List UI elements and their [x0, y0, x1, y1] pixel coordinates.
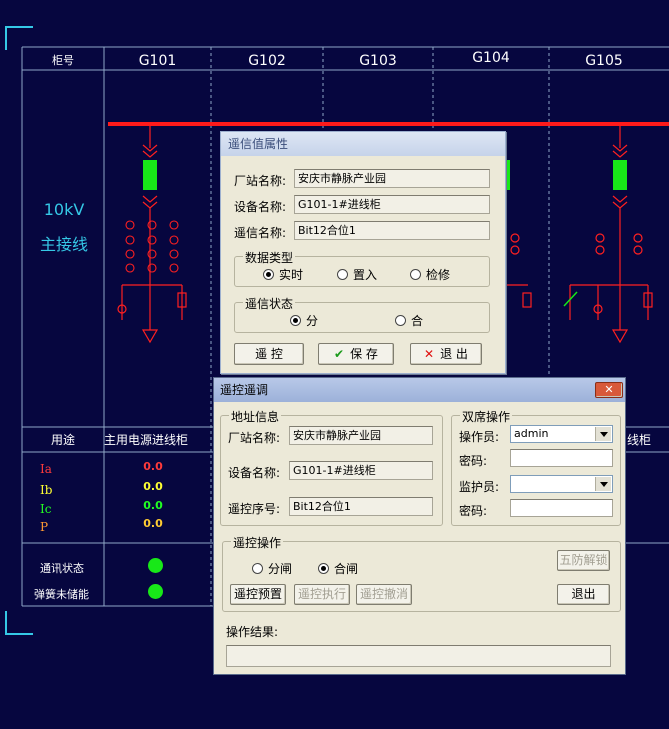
address-info-group-title: 地址信息	[229, 408, 282, 425]
password1-label: 密码:	[459, 454, 488, 468]
measure-p-value: 0.0	[143, 517, 163, 530]
measure-ia-label: Ia	[40, 462, 52, 476]
signal-status-group: 遥信状态 分 合	[234, 295, 490, 333]
spring-uncharged-label: 弹簧未储能	[34, 588, 89, 601]
telesignal-dialog-title: 遥信值属性	[221, 132, 505, 156]
password1-input[interactable]	[510, 449, 613, 467]
operator-select[interactable]: admin	[510, 425, 613, 443]
measure-ib-label: Ib	[40, 483, 53, 497]
preset-button[interactable]: 遥控预置	[230, 584, 286, 605]
status-open-radio[interactable]: 分	[290, 312, 318, 329]
telesignal-properties-dialog: 遥信值属性 厂站名称: 安庆市静脉产业园 设备名称: G101-1#进线柜 遥信…	[220, 131, 506, 374]
signal-status-group-title: 遥信状态	[243, 295, 296, 312]
unlock-button[interactable]: 五防解锁	[557, 550, 610, 571]
comm-status-led	[148, 558, 163, 573]
data-type-group-title: 数据类型	[243, 249, 296, 266]
bus-title-voltage: 10kV	[43, 200, 85, 219]
comm-status-label: 通讯状态	[40, 562, 84, 575]
data-type-maintenance-radio[interactable]: 检修	[410, 266, 450, 283]
password2-label: 密码:	[459, 504, 488, 518]
measure-ia-value: 0.0	[143, 460, 163, 473]
close-radio[interactable]: 合闸	[318, 560, 358, 577]
data-type-realtime-radio[interactable]: 实时	[263, 266, 303, 283]
cabinet-g104: G104	[472, 50, 510, 66]
check-icon: ✔	[334, 347, 345, 361]
password2-input[interactable]	[510, 499, 613, 517]
cabinet-g103: G103	[359, 53, 397, 69]
remote-dialog-title: 遥控遥调	[214, 378, 625, 402]
station-name-label: 厂站名称:	[234, 174, 287, 188]
device-name-label: 设备名称:	[234, 200, 287, 214]
bus-title-wiring: 主接线	[39, 235, 88, 254]
remote-seq-field[interactable]: Bit12合位1	[289, 497, 433, 516]
trip-radio[interactable]: 分闸	[252, 560, 292, 577]
measure-ib-value: 0.0	[143, 480, 163, 493]
cabinet-g105: G105	[585, 53, 623, 69]
remote-device-field[interactable]: G101-1#进线柜	[289, 461, 433, 480]
exit-button[interactable]: ✕ 退 出	[410, 343, 482, 365]
save-button[interactable]: ✔ 保 存	[318, 343, 394, 365]
cancel-button[interactable]: 遥控撤消	[356, 584, 412, 605]
result-field	[226, 645, 611, 667]
measure-p-label: P	[40, 520, 49, 534]
close-icon: ✕	[604, 383, 614, 396]
device-name-field[interactable]: G101-1#进线柜	[294, 195, 490, 214]
measure-ic-label: Ic	[40, 502, 52, 516]
cabinet-g102: G102	[248, 53, 286, 69]
chevron-down-icon[interactable]	[595, 427, 611, 441]
purpose-g101: 主用电源进线柜	[104, 433, 189, 447]
remote-operation-group-title: 遥控操作	[231, 534, 284, 551]
measure-ic-value: 0.0	[143, 499, 163, 512]
purpose-label: 用途	[50, 433, 75, 447]
dual-operation-group-title: 双席操作	[460, 408, 513, 425]
result-label: 操作结果:	[226, 625, 279, 639]
corner-bracket-bottom-left	[5, 611, 33, 635]
spring-status-led	[148, 584, 163, 599]
remote-seq-label: 遥控序号:	[228, 502, 281, 516]
signal-name-label: 遥信名称:	[234, 226, 287, 240]
signal-name-field[interactable]: Bit12合位1	[294, 221, 490, 240]
remote-device-label: 设备名称:	[228, 466, 281, 480]
purpose-g105: 线柜	[627, 433, 652, 447]
close-button[interactable]: ✕	[595, 382, 623, 398]
close-icon: ✕	[424, 347, 435, 361]
remote-control-button[interactable]: 遥 控	[234, 343, 304, 365]
supervisor-label: 监护员:	[459, 480, 500, 494]
supervisor-select[interactable]	[510, 475, 613, 493]
remote-station-field[interactable]: 安庆市静脉产业园	[289, 426, 433, 445]
cabinet-header-label: 柜号	[52, 54, 74, 67]
corner-bracket-top-left	[5, 26, 33, 50]
remote-control-dialog: 遥控遥调 ✕ 地址信息 厂站名称: 安庆市静脉产业园 设备名称: G101-1#…	[213, 377, 626, 675]
status-closed-radio[interactable]: 合	[395, 312, 423, 329]
data-type-group: 数据类型 实时 置入 检修	[234, 249, 490, 287]
chevron-down-icon[interactable]	[595, 477, 611, 491]
data-type-set-radio[interactable]: 置入	[337, 266, 377, 283]
operator-label: 操作员:	[459, 430, 500, 444]
remote-station-label: 厂站名称:	[228, 431, 281, 445]
remote-exit-button[interactable]: 退出	[557, 584, 610, 605]
execute-button[interactable]: 遥控执行	[294, 584, 350, 605]
cabinet-g101: G101	[138, 53, 177, 69]
station-name-field[interactable]: 安庆市静脉产业园	[294, 169, 490, 188]
